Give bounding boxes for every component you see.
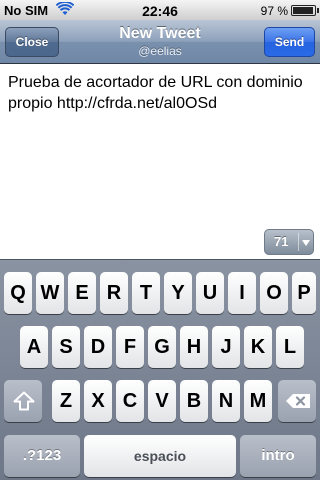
status-bar: No SIM 22:46 97 %	[0, 0, 320, 20]
key-b[interactable]: B	[180, 380, 208, 422]
battery-icon	[291, 5, 319, 16]
key-a[interactable]: A	[20, 326, 48, 368]
key-n[interactable]: N	[212, 380, 240, 422]
char-counter-button[interactable]: 71	[264, 229, 314, 255]
key-e[interactable]: E	[68, 272, 96, 314]
return-key[interactable]: intro	[240, 435, 316, 477]
key-k[interactable]: K	[244, 326, 272, 368]
nav-bar: Close New Tweet @eelias Send	[0, 20, 320, 64]
shift-key[interactable]	[4, 380, 42, 422]
shift-icon	[13, 391, 35, 411]
key-h[interactable]: H	[180, 326, 208, 368]
chevron-down-icon	[302, 240, 310, 246]
key-o[interactable]: O	[260, 272, 288, 314]
key-y[interactable]: Y	[164, 272, 192, 314]
key-z[interactable]: Z	[52, 380, 80, 422]
send-button[interactable]: Send	[264, 27, 315, 57]
key-t[interactable]: T	[132, 272, 160, 314]
key-d[interactable]: D	[84, 326, 112, 368]
backspace-icon	[286, 394, 310, 408]
key-c[interactable]: C	[116, 380, 144, 422]
key-m[interactable]: M	[244, 380, 272, 422]
key-x[interactable]: X	[84, 380, 112, 422]
key-v[interactable]: V	[148, 380, 176, 422]
key-l[interactable]: L	[276, 326, 304, 368]
key-q[interactable]: Q	[4, 272, 32, 314]
battery-percent: 97 %	[260, 4, 288, 18]
delete-key[interactable]	[278, 380, 316, 422]
counter-divider	[298, 233, 299, 251]
key-u[interactable]: U	[196, 272, 224, 314]
char-count: 71	[274, 234, 289, 249]
key-s[interactable]: S	[52, 326, 80, 368]
key-i[interactable]: I	[228, 272, 256, 314]
keyboard: Q W E R T Y U I O P A S D F G H J K L Z …	[0, 259, 320, 480]
key-g[interactable]: G	[148, 326, 176, 368]
key-f[interactable]: F	[116, 326, 144, 368]
key-r[interactable]: R	[100, 272, 128, 314]
numbers-key[interactable]: .?123	[4, 435, 80, 477]
tweet-compose-area[interactable]: Prueba de acortador de URL con dominio p…	[0, 64, 320, 259]
space-key[interactable]: espacio	[84, 435, 236, 477]
key-j[interactable]: J	[212, 326, 240, 368]
key-w[interactable]: W	[36, 272, 64, 314]
tweet-text-field[interactable]: Prueba de acortador de URL con dominio p…	[8, 72, 313, 114]
key-p[interactable]: P	[292, 272, 316, 314]
